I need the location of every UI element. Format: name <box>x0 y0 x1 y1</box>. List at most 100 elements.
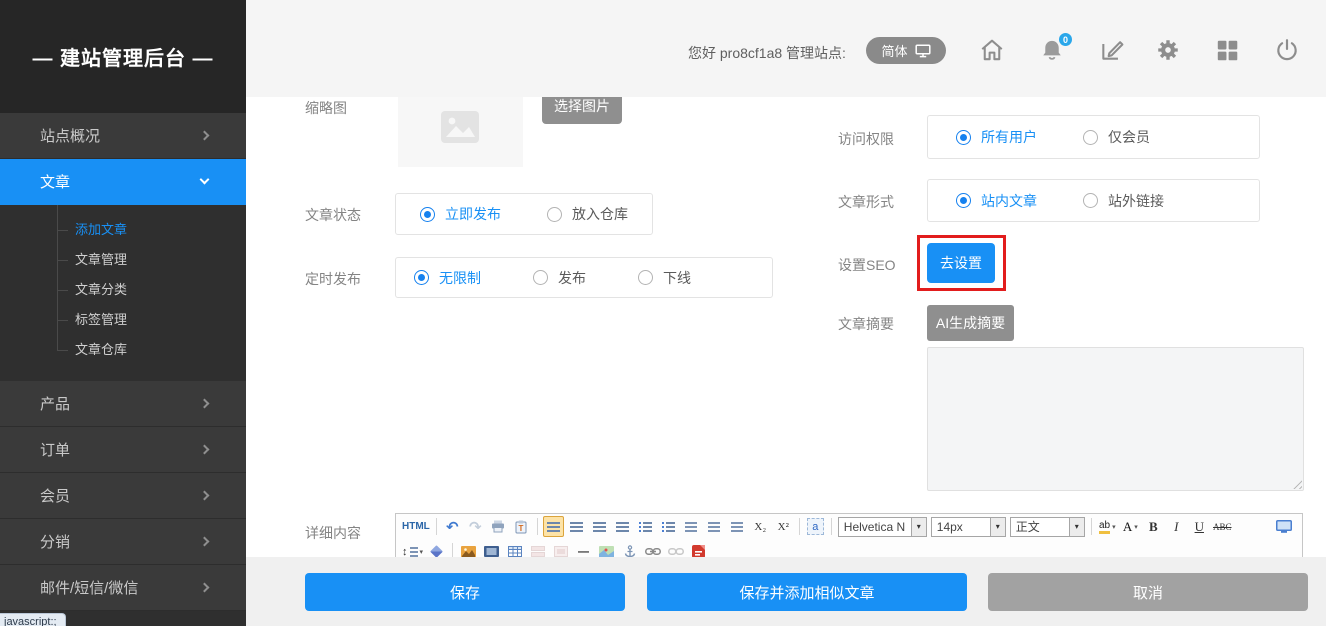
undo-icon[interactable]: ↶ <box>442 516 463 537</box>
paste-from-word-icon[interactable]: T <box>511 516 532 537</box>
sidebar-subitem-article-category[interactable]: 文章分类 <box>0 275 246 305</box>
summary-textarea[interactable] <box>927 347 1304 491</box>
sidebar-item-distribution[interactable]: 分销 <box>0 519 246 565</box>
sidebar-item-label: 站点概况 <box>40 125 100 146</box>
autotypeset-icon[interactable]: a <box>805 516 826 537</box>
sidebar: — 建站管理后台 — 站点概况 文章 添加文章 文章管理 文章分类 <box>0 0 246 626</box>
sidebar-item-members[interactable]: 会员 <box>0 473 246 519</box>
cancel-button[interactable]: 取消 <box>988 573 1308 611</box>
choose-image-button[interactable]: 选择图片 <box>542 97 622 124</box>
italic-icon[interactable]: I <box>1166 516 1187 537</box>
font-family-select[interactable]: Helvetica N ▾ <box>838 517 927 537</box>
insert-table-icon[interactable] <box>504 541 525 557</box>
ai-generate-summary-button[interactable]: AI生成摘要 <box>927 305 1014 341</box>
sidebar-item-products[interactable]: 产品 <box>0 381 246 427</box>
anchor-icon[interactable] <box>619 541 640 557</box>
sidebar-item-articles[interactable]: 文章 <box>0 159 246 205</box>
seo-setup-button[interactable]: 去设置 <box>927 243 995 283</box>
sidebar-subitem-article-warehouse[interactable]: 文章仓库 <box>0 335 246 365</box>
align-left-icon[interactable] <box>543 516 564 537</box>
radio-icon <box>1083 130 1098 145</box>
radio-publish-now[interactable]: 立即发布 <box>420 204 501 224</box>
highlight-color-icon[interactable]: ab▾ <box>1097 516 1118 537</box>
sidebar-subitem-tag-manage[interactable]: 标签管理 <box>0 305 246 335</box>
superscript-icon[interactable]: X² <box>773 516 794 537</box>
radio-no-limit[interactable]: 无限制 <box>414 268 481 288</box>
redo-icon[interactable]: ↷ <box>465 516 486 537</box>
insert-pdf-icon[interactable] <box>688 541 709 557</box>
radio-icon <box>420 207 435 222</box>
edit-icon[interactable] <box>1099 37 1125 63</box>
rich-text-editor: HTML ↶ ↷ T X₂ <box>395 513 1303 557</box>
add-article-form: 缩略图 选择图片 文章状态 立即发布 放入仓库 定时发布 <box>246 97 1326 557</box>
chevron-right-icon <box>200 583 210 593</box>
line-height-icon[interactable]: ↕▾ <box>401 541 424 557</box>
insert-map-icon[interactable] <box>596 541 617 557</box>
top-bar: 您好 pro8cf1a8 管理站点: 简体 0 <box>246 0 1326 97</box>
align-center-icon[interactable] <box>566 516 587 537</box>
radio-internal-article[interactable]: 站内文章 <box>956 191 1037 211</box>
radio-all-users[interactable]: 所有用户 <box>956 127 1037 147</box>
sidebar-item-orders[interactable]: 订单 <box>0 427 246 473</box>
gear-icon[interactable] <box>1155 37 1181 63</box>
underline-icon[interactable]: U <box>1189 516 1210 537</box>
sidebar-item-site-overview[interactable]: 站点概况 <box>0 113 246 159</box>
language-toggle-button[interactable]: 简体 <box>866 37 946 64</box>
form-footer: 保存 保存并添加相似文章 取消 <box>246 557 1326 626</box>
browser-status-tooltip: javascript:; <box>0 613 66 626</box>
chevron-down-icon: ▾ <box>911 518 926 536</box>
power-icon[interactable] <box>1274 37 1300 63</box>
insert-video-icon[interactable] <box>481 541 502 557</box>
save-and-add-similar-button[interactable]: 保存并添加相似文章 <box>647 573 967 611</box>
radio-members-only[interactable]: 仅会员 <box>1083 127 1150 147</box>
sidebar-subitem-add-article[interactable]: 添加文章 <box>0 215 246 245</box>
indent-icon[interactable] <box>704 516 725 537</box>
sidebar-nav: 站点概况 文章 添加文章 文章管理 文章分类 标签管理 <box>0 113 246 611</box>
sidebar-subitem-article-manage[interactable]: 文章管理 <box>0 245 246 275</box>
thumbnail-preview[interactable] <box>398 97 523 167</box>
detail-content-label: 详细内容 <box>305 523 361 543</box>
svg-text:T: T <box>519 524 524 533</box>
horizontal-rule-icon[interactable]: — <box>573 541 594 557</box>
strikethrough-icon[interactable]: ABC <box>1212 516 1233 537</box>
font-color-icon[interactable]: A▾ <box>1120 516 1141 537</box>
align-right-icon[interactable] <box>589 516 610 537</box>
radio-icon <box>533 270 548 285</box>
access-permission-label: 访问权限 <box>838 129 894 149</box>
timed-publish-label: 定时发布 <box>305 269 361 289</box>
page-break-icon[interactable] <box>527 541 548 557</box>
radio-publish-time[interactable]: 发布 <box>533 268 586 288</box>
notification-badge: 0 <box>1058 32 1073 47</box>
bell-icon[interactable]: 0 <box>1039 37 1065 63</box>
apps-grid-icon[interactable] <box>1214 37 1240 63</box>
print-icon[interactable] <box>488 516 509 537</box>
unordered-list-icon[interactable] <box>658 516 679 537</box>
home-icon[interactable] <box>979 37 1005 63</box>
insert-image-icon[interactable] <box>458 541 479 557</box>
bold-icon[interactable]: B <box>1143 516 1164 537</box>
align-justify-icon[interactable] <box>612 516 633 537</box>
radio-icon <box>956 193 971 208</box>
radio-offline-time[interactable]: 下线 <box>638 268 691 288</box>
html-source-button[interactable]: HTML <box>401 516 431 537</box>
outdent-icon[interactable] <box>727 516 748 537</box>
paragraph-select[interactable]: 正文 ▾ <box>1010 517 1085 537</box>
save-button[interactable]: 保存 <box>305 573 625 611</box>
editor-toolbar-row-2: ↕▾ — <box>396 539 1302 557</box>
eraser-icon[interactable] <box>426 541 447 557</box>
chevron-right-icon <box>200 445 210 455</box>
link-icon[interactable] <box>642 541 663 557</box>
paragraph-spacing-icon[interactable] <box>681 516 702 537</box>
radio-external-link[interactable]: 站外链接 <box>1083 191 1164 211</box>
chevron-right-icon <box>200 131 210 141</box>
insert-iframe-icon[interactable] <box>550 541 571 557</box>
font-size-select[interactable]: 14px ▾ <box>931 517 1006 537</box>
user-greeting: 您好 pro8cf1a8 <box>688 43 782 63</box>
unlink-icon[interactable] <box>665 541 686 557</box>
chevron-right-icon <box>200 399 210 409</box>
sidebar-item-mail-sms-wechat[interactable]: 邮件/短信/微信 <box>0 565 246 611</box>
preview-icon[interactable] <box>1273 516 1294 537</box>
radio-to-warehouse[interactable]: 放入仓库 <box>547 204 628 224</box>
subscript-icon[interactable]: X₂ <box>750 516 771 537</box>
ordered-list-icon[interactable] <box>635 516 656 537</box>
